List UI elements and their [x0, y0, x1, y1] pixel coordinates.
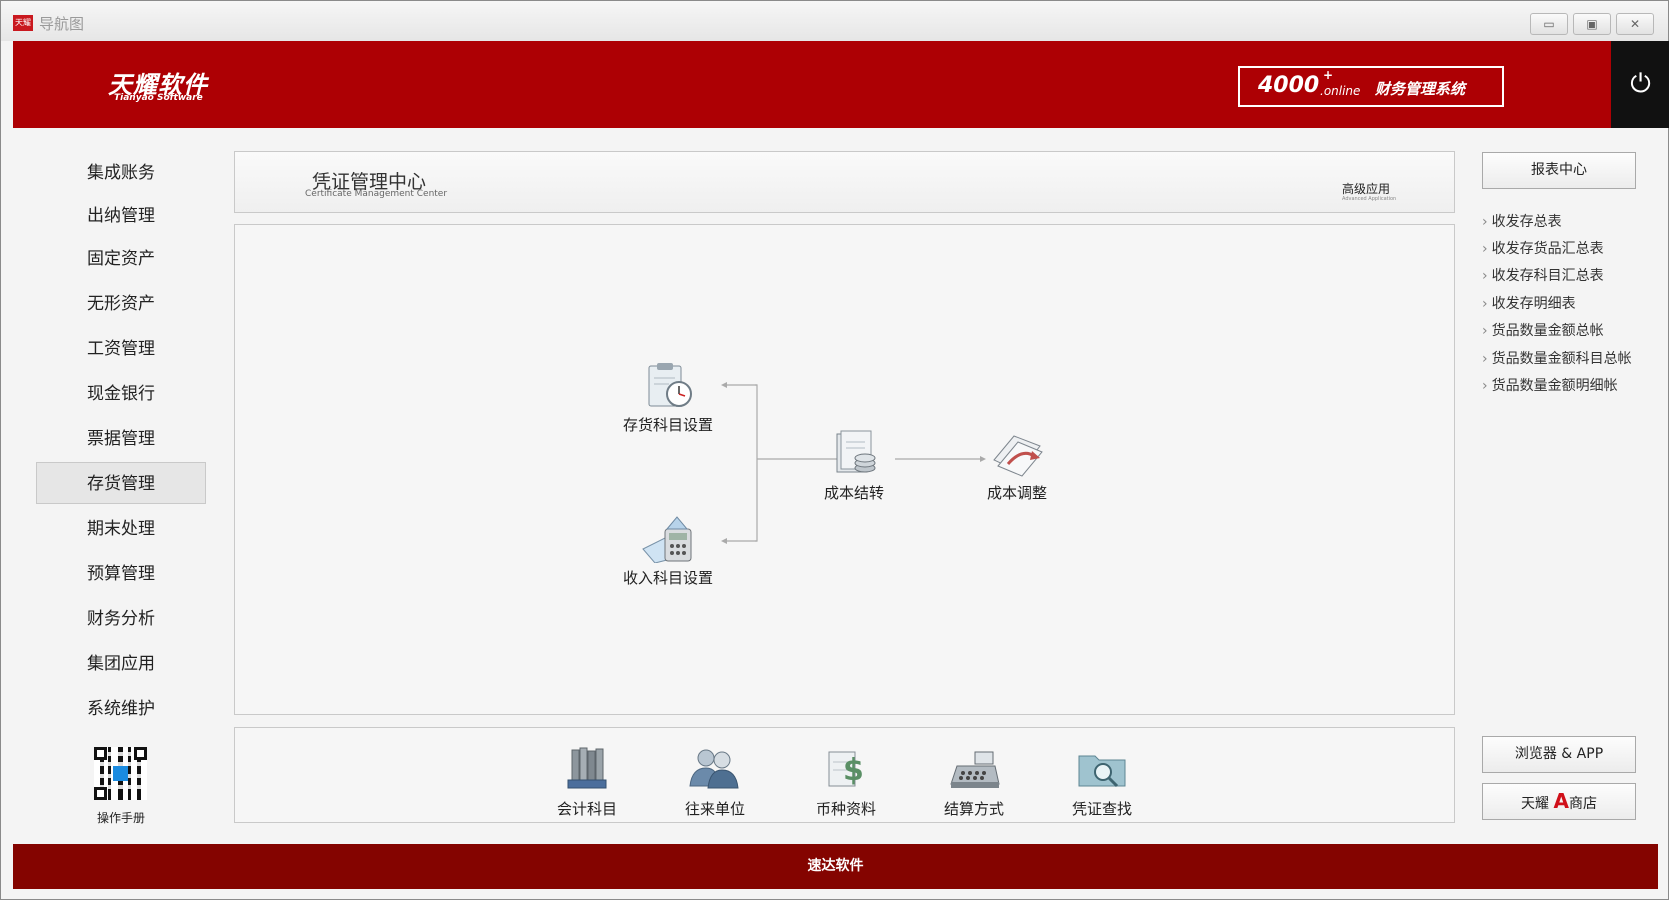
product-number: 4000 [1258, 73, 1320, 98]
advanced-app-link[interactable]: 高级应用 [1342, 180, 1390, 197]
main-window: 天耀 导航图 ▭ ▣ ✕ 天耀软件 Tianyao Software 4000 … [0, 0, 1669, 900]
report-link[interactable]: › 货品数量金额总帐 [1482, 320, 1604, 340]
close-button[interactable]: ✕ [1616, 13, 1654, 35]
tool-currency[interactable]: $ 币种资料 [791, 746, 901, 819]
minimize-button[interactable]: ▭ [1530, 13, 1568, 35]
store-button[interactable]: 天耀 A商店 [1482, 783, 1636, 820]
app-icon: 天耀 [13, 15, 33, 31]
window-title: 导航图 [39, 15, 85, 33]
app-header: 天耀软件 Tianyao Software 4000 + .online 财务管… [13, 41, 1669, 128]
product-name: 财务管理系统 [1375, 80, 1466, 98]
sidebar-item-system[interactable]: 系统维护 [36, 688, 206, 730]
chevron-right-icon: › [1482, 351, 1488, 367]
tool-voucher-search[interactable]: 凭证查找 [1047, 746, 1157, 819]
tool-business-partners[interactable]: 往来单位 [660, 746, 770, 819]
store-logo-letter: A [1553, 789, 1569, 813]
clipboard-clock-icon [639, 362, 697, 410]
sidebar-item-intangible-assets[interactable]: 无形资产 [36, 283, 206, 325]
flow-node-income-account-setup[interactable]: 收入科目设置 [598, 515, 738, 588]
svg-text:$: $ [843, 753, 864, 788]
tool-accounting-subjects[interactable]: 会计科目 [532, 746, 642, 819]
power-button[interactable]: ⏻ [1611, 41, 1669, 128]
logo-subtitle: Tianyao Software [114, 93, 203, 103]
store-suffix: 商店 [1568, 796, 1597, 812]
dollar-doc-icon: $ [817, 746, 875, 794]
tool-label: 结算方式 [943, 800, 1004, 818]
calculator-icon [639, 515, 697, 564]
tool-settlement-methods[interactable]: 结算方式 [919, 746, 1029, 819]
flow-panel: 存货科目设置 收入科目设置 成本结转 成本调整 [234, 224, 1455, 715]
power-icon: ⏻ [1630, 69, 1651, 99]
report-link[interactable]: › 收发存总表 [1482, 211, 1562, 231]
product-online: .online [1320, 84, 1361, 98]
sidebar-item-inventory[interactable]: 存货管理 [36, 462, 206, 504]
documents-arrow-icon [988, 430, 1046, 478]
product-plus: + [1323, 68, 1334, 82]
chevron-right-icon: › [1482, 241, 1488, 257]
sidebar-item-group[interactable]: 集团应用 [36, 643, 206, 685]
report-link[interactable]: › 货品数量金额科目总帐 [1482, 348, 1632, 368]
sidebar-item-period-end[interactable]: 期末处理 [36, 508, 206, 550]
advanced-app-subtitle: Advanced Application [1342, 196, 1397, 202]
title-bar: 天耀 导航图 ▭ ▣ ✕ [1, 1, 1668, 41]
flow-node-cost-carryover[interactable]: 成本结转 [784, 430, 924, 503]
report-link[interactable]: › 收发存科目汇总表 [1482, 265, 1604, 285]
tool-label: 币种资料 [815, 800, 876, 818]
store-prefix: 天耀 [1521, 796, 1550, 812]
flow-node-label: 成本调整 [986, 484, 1047, 502]
chevron-right-icon: › [1482, 323, 1488, 339]
flow-node-label: 存货科目设置 [622, 416, 713, 434]
maximize-button[interactable]: ▣ [1573, 13, 1611, 35]
folder-coins-icon [825, 430, 883, 478]
flow-node-label: 成本结转 [823, 484, 884, 502]
footer: 速达软件 [13, 844, 1658, 889]
page-subtitle: Certificate Management Center [305, 189, 448, 199]
chevron-right-icon: › [1482, 296, 1488, 312]
sidebar-item-bills[interactable]: 票据管理 [36, 418, 206, 460]
report-link[interactable]: › 收发存货品汇总表 [1482, 238, 1604, 258]
chevron-right-icon: › [1482, 214, 1488, 230]
flow-node-inventory-account-setup[interactable]: 存货科目设置 [598, 362, 738, 435]
sidebar-item-payroll[interactable]: 工资管理 [36, 328, 206, 370]
folder-search-icon [1073, 746, 1131, 794]
sidebar-item-budget[interactable]: 预算管理 [36, 553, 206, 595]
flow-node-cost-adjustment[interactable]: 成本调整 [947, 430, 1087, 503]
sidebar-item-financial-analysis[interactable]: 财务分析 [36, 598, 206, 640]
manual-label[interactable]: 操作手册 [81, 809, 161, 826]
sidebar-item-fixed-assets[interactable]: 固定资产 [36, 238, 206, 280]
report-link[interactable]: › 收发存明细表 [1482, 293, 1576, 313]
section-header: 凭证管理中心 Certificate Management Center 高级应… [234, 151, 1455, 213]
tool-label: 往来单位 [684, 800, 745, 818]
report-link[interactable]: › 货品数量金额明细帐 [1482, 375, 1618, 395]
tools-panel: 会计科目 往来单位 $ 币种资料 结算方式 凭证查找 [234, 727, 1455, 823]
cash-register-icon [945, 746, 1003, 794]
chevron-right-icon: › [1482, 268, 1488, 284]
chevron-right-icon: › [1482, 378, 1488, 394]
report-center-button[interactable]: 报表中心 [1482, 152, 1636, 189]
binders-icon [558, 746, 616, 794]
tool-label: 会计科目 [556, 800, 617, 818]
users-icon [686, 746, 744, 794]
sidebar-item-cash-bank[interactable]: 现金银行 [36, 373, 206, 415]
sidebar-item-integrated-accounting[interactable]: 集成账务 [36, 152, 206, 194]
flow-node-label: 收入科目设置 [622, 569, 713, 587]
browser-app-button[interactable]: 浏览器 & APP [1482, 736, 1636, 773]
sidebar-item-cashier[interactable]: 出纳管理 [36, 195, 206, 237]
tool-label: 凭证查找 [1071, 800, 1132, 818]
product-badge: 4000 + .online 财务管理系统 [1238, 66, 1504, 107]
